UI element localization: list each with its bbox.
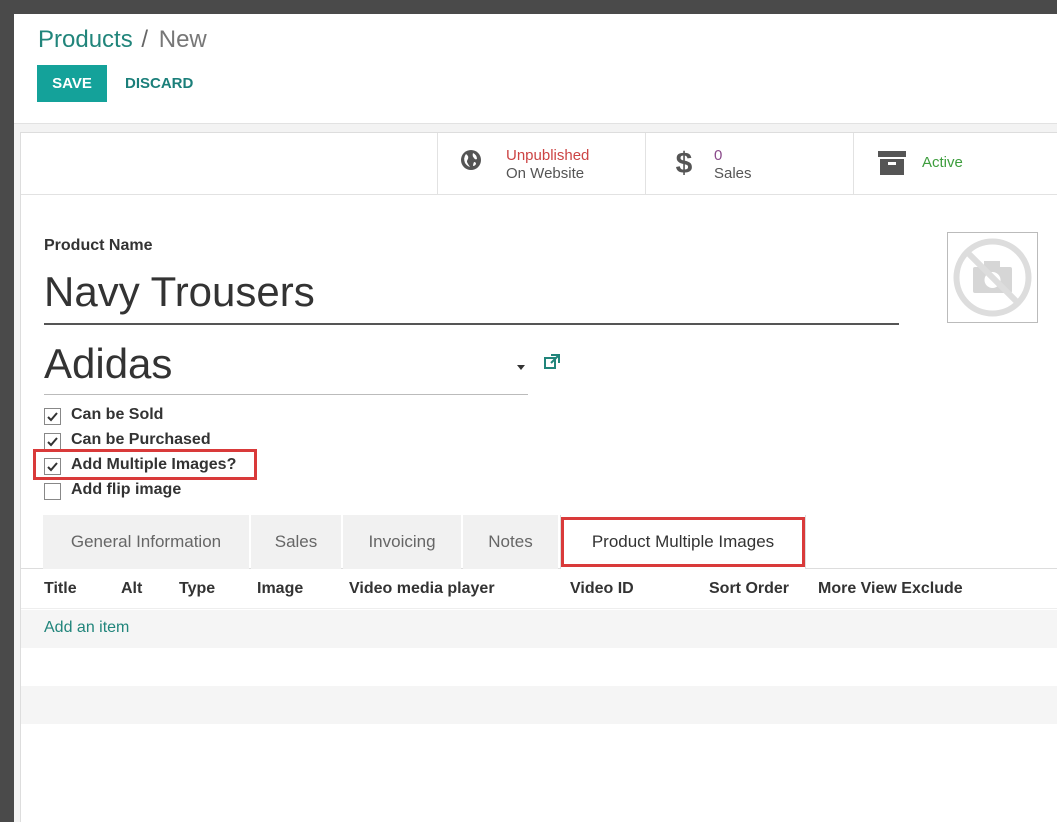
- add-item-link[interactable]: Add an item: [44, 619, 129, 637]
- notebook-tabs: General Information Sales Invoicing Note…: [21, 515, 1057, 569]
- form-window: Products / New SAVE DISCARD Unpublished …: [14, 14, 1057, 822]
- breadcrumb: Products / New: [38, 26, 207, 54]
- smart-button-box: Unpublished On Website $ 0 Sales Active: [21, 133, 1057, 195]
- sales-count: 0: [714, 147, 723, 164]
- product-image-upload[interactable]: [947, 232, 1038, 323]
- can-be-purchased-checkbox[interactable]: [44, 433, 61, 450]
- sales-stat-button[interactable]: $ 0 Sales: [645, 133, 853, 195]
- brand-select[interactable]: Adidas: [44, 339, 528, 395]
- dollar-icon: $: [674, 147, 694, 184]
- table-row: Add an item: [21, 610, 1057, 648]
- column-video-media-player[interactable]: Video media player: [349, 580, 495, 598]
- column-type[interactable]: Type: [179, 580, 215, 598]
- column-alt[interactable]: Alt: [121, 580, 142, 598]
- can-be-sold-label: Can be Sold: [71, 406, 164, 423]
- column-title[interactable]: Title: [44, 580, 77, 598]
- chevron-down-icon[interactable]: [517, 365, 525, 370]
- checkbox-highlight-box: [33, 449, 257, 480]
- tab-general-information[interactable]: General Information: [43, 515, 249, 569]
- images-table-header: Title Alt Type Image Video media player …: [21, 569, 1057, 609]
- table-row: [21, 686, 1057, 724]
- breadcrumb-current: New: [158, 26, 207, 53]
- save-button[interactable]: SAVE: [37, 65, 107, 102]
- globe-icon: [460, 149, 482, 176]
- archive-icon: [878, 151, 906, 180]
- website-publish-button[interactable]: Unpublished On Website: [437, 133, 645, 195]
- control-panel: Products / New SAVE DISCARD: [14, 14, 1057, 124]
- product-name-input[interactable]: Navy Trousers: [44, 267, 899, 325]
- table-row: [21, 648, 1057, 686]
- can-be-sold-checkbox[interactable]: [44, 408, 61, 425]
- breadcrumb-products-link[interactable]: Products: [38, 26, 133, 53]
- add-flip-image-label: Add flip image: [71, 481, 182, 498]
- tab-sales[interactable]: Sales: [251, 515, 341, 569]
- active-label: Active: [922, 154, 963, 171]
- product-name-label: Product Name: [44, 237, 153, 254]
- breadcrumb-separator: /: [141, 26, 149, 53]
- no-camera-icon: [953, 238, 1032, 317]
- sales-label: Sales: [714, 165, 752, 182]
- tab-notes[interactable]: Notes: [463, 515, 558, 569]
- sales-stat-text: 0 Sales: [714, 147, 752, 183]
- website-label: On Website: [506, 165, 585, 182]
- column-more-view-exclude[interactable]: More View Exclude: [818, 580, 963, 598]
- form-sheet: Unpublished On Website $ 0 Sales Active …: [20, 132, 1057, 822]
- svg-text:$: $: [676, 147, 693, 179]
- tab-invoicing[interactable]: Invoicing: [343, 515, 461, 569]
- column-image[interactable]: Image: [257, 580, 303, 598]
- tab-highlight-box: [561, 517, 805, 567]
- discard-button[interactable]: DISCARD: [117, 65, 201, 102]
- can-be-purchased-label: Can be Purchased: [71, 431, 211, 448]
- column-sort-order[interactable]: Sort Order: [709, 580, 789, 598]
- active-toggle-button[interactable]: Active: [853, 133, 1057, 195]
- website-status: Unpublished: [506, 147, 590, 164]
- add-flip-image-checkbox[interactable]: [44, 483, 61, 500]
- external-link-icon[interactable]: [543, 353, 561, 376]
- website-stat-text: Unpublished On Website: [506, 147, 589, 183]
- table-row: [21, 724, 1057, 762]
- column-video-id[interactable]: Video ID: [570, 580, 634, 598]
